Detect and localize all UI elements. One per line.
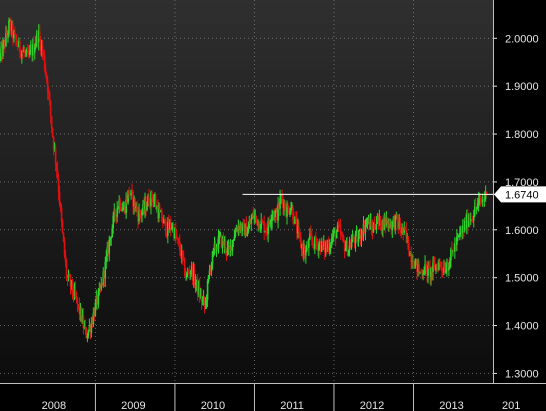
x-tick-label: 2010 xyxy=(201,400,225,411)
candle-body xyxy=(54,148,57,164)
candle-body xyxy=(48,92,51,102)
x-tick-label: 2012 xyxy=(360,400,384,411)
fx-chart: 1.6740 2.0000 1.9000 1.8000 1.7000 1.6000 1.5… xyxy=(0,0,546,411)
candle-body xyxy=(418,264,420,273)
y-tick-label: 1.7000 xyxy=(505,177,539,189)
y-tick-label: 1.5000 xyxy=(505,273,539,285)
candle-body xyxy=(250,218,253,224)
candle-body xyxy=(76,297,79,305)
candle-body xyxy=(312,240,314,244)
y-tick-label: 2.0000 xyxy=(505,33,539,45)
last-value-label: 1.6740 xyxy=(505,189,539,201)
candle-body xyxy=(298,226,300,232)
candle-body xyxy=(114,209,117,216)
x-axis: 2008 2009 2010 2011 2012 2013 201 xyxy=(0,383,546,411)
candle-body xyxy=(116,208,118,217)
candle-body xyxy=(350,241,353,248)
x-tick-label: 201 xyxy=(502,400,520,411)
candle-body xyxy=(375,223,378,230)
chart-svg: 1.6740 2.0000 1.9000 1.8000 1.7000 1.6000 1.5… xyxy=(0,0,546,411)
candle-body xyxy=(50,115,53,128)
x-tick-label: 2013 xyxy=(439,400,463,411)
candle-body xyxy=(308,239,310,248)
y-tick-label: 1.8000 xyxy=(505,129,539,141)
candle-body xyxy=(146,205,148,211)
candle-body xyxy=(255,215,258,219)
candle-body xyxy=(379,216,382,230)
candle-body xyxy=(49,101,52,116)
candle-body xyxy=(451,248,453,251)
y-tick-label: 1.3000 xyxy=(505,368,539,380)
x-tick-label: 2008 xyxy=(42,400,66,411)
y-tick-label: 1.9000 xyxy=(505,81,539,93)
candle-body xyxy=(206,281,209,301)
candle-body xyxy=(8,21,10,34)
plot-area xyxy=(0,0,493,383)
y-tick-label: 1.4000 xyxy=(505,321,539,333)
candle-body xyxy=(224,241,227,251)
x-tick-label: 2009 xyxy=(121,400,145,411)
candle-body xyxy=(165,220,167,235)
candle-body xyxy=(335,231,338,239)
candle-body xyxy=(286,206,288,217)
candle-body xyxy=(51,127,54,137)
candle-body xyxy=(61,221,64,233)
x-tick-label: 2011 xyxy=(280,400,304,411)
y-tick-label: 1.6000 xyxy=(505,225,539,237)
